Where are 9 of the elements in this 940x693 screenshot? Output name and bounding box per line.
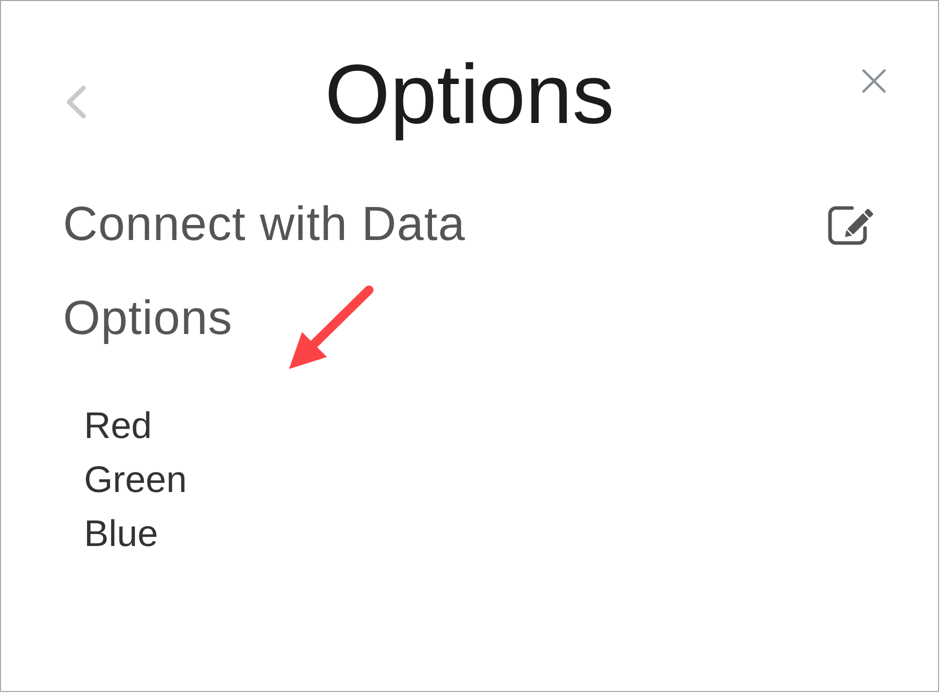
section-heading: Options <box>63 291 233 347</box>
chevron-left-icon[interactable] <box>65 85 87 119</box>
close-icon[interactable] <box>862 69 886 93</box>
option-item: Red <box>84 404 152 448</box>
edit-icon[interactable] <box>828 205 875 245</box>
dialog-title: Options <box>324 46 614 143</box>
option-item: Blue <box>84 512 158 556</box>
option-item: Green <box>84 458 187 502</box>
section-label: Connect with Data <box>63 197 466 253</box>
